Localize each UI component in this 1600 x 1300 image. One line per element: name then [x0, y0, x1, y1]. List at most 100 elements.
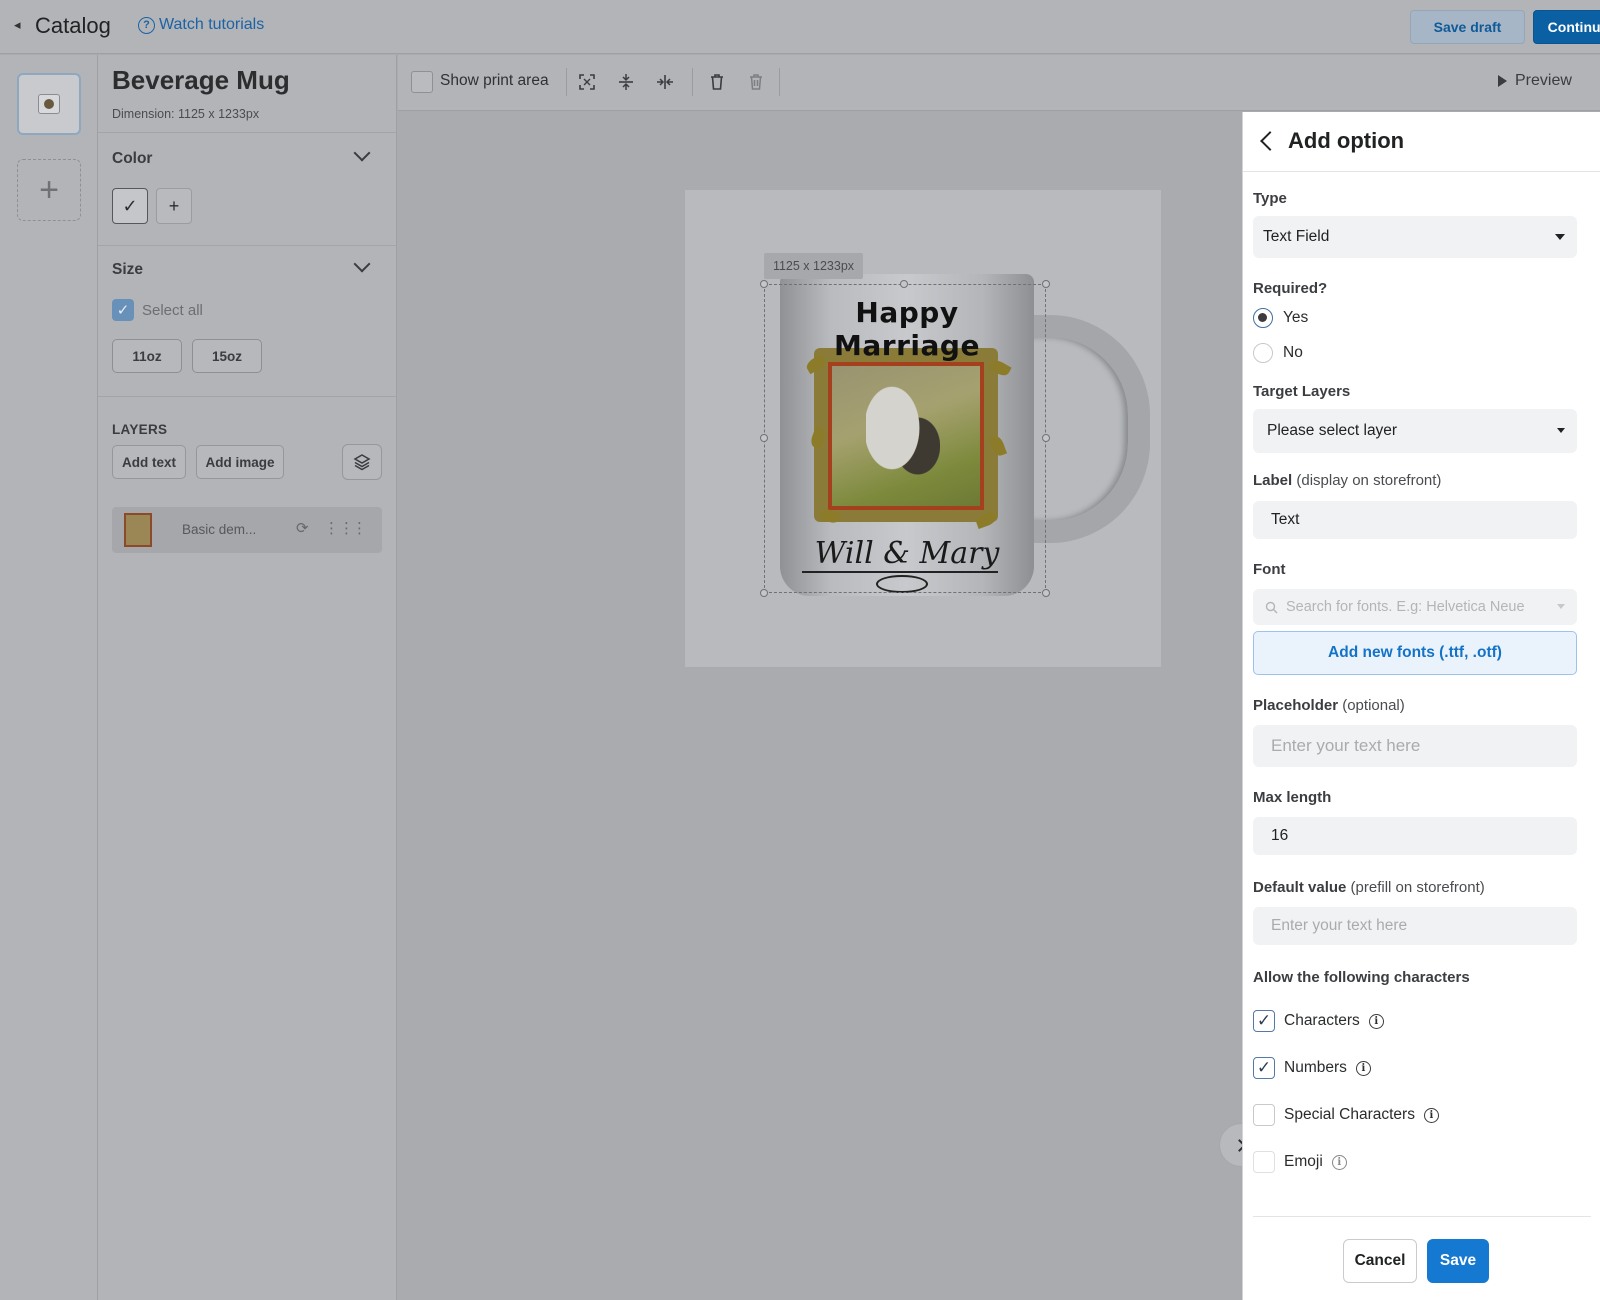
info-icon[interactable]: i — [1355, 1060, 1371, 1076]
numbers-checkbox[interactable]: ✓ Numbers i — [1253, 1057, 1371, 1079]
max-length-input[interactable]: 16 — [1253, 817, 1577, 855]
resize-handle[interactable] — [760, 589, 768, 597]
check-icon: ✓ — [1253, 1057, 1275, 1079]
back-to-catalog-link[interactable]: Catalog — [35, 13, 111, 39]
resize-handle[interactable] — [900, 280, 908, 288]
special-characters-label: Special Characters — [1284, 1106, 1415, 1123]
back-arrow-icon[interactable]: ◂ — [14, 17, 21, 33]
product-thumbnail[interactable] — [17, 73, 81, 135]
required-yes-radio[interactable]: Yes — [1253, 308, 1308, 328]
required-no-radio[interactable]: No — [1253, 343, 1303, 363]
info-icon[interactable]: i — [1368, 1013, 1384, 1029]
save-button[interactable]: Save — [1427, 1239, 1489, 1283]
numbers-label: Numbers — [1284, 1059, 1347, 1076]
check-icon: ✓ — [112, 299, 134, 321]
required-yes-label: Yes — [1283, 309, 1309, 326]
caret-down-icon — [1555, 234, 1565, 240]
type-label: Type — [1253, 190, 1287, 207]
special-characters-checkbox[interactable]: Special Characters i — [1253, 1104, 1439, 1126]
back-chevron-icon[interactable] — [1260, 131, 1280, 151]
emoji-label: Emoji — [1284, 1153, 1323, 1170]
show-print-area-label: Show print area — [440, 72, 549, 89]
divider — [98, 245, 397, 246]
size-option-15oz[interactable]: 15oz — [192, 339, 262, 373]
layers-toggle-button[interactable] — [342, 444, 382, 480]
delete-icon[interactable] — [705, 69, 729, 95]
emoji-checkbox[interactable]: Emoji i — [1253, 1151, 1347, 1173]
resize-handle[interactable] — [760, 434, 768, 442]
add-image-button[interactable]: Add image — [196, 445, 284, 479]
side-rail: + — [0, 55, 98, 1300]
plus-icon: + — [168, 195, 180, 216]
add-new-fonts-button[interactable]: Add new fonts (.ttf, .otf) — [1253, 631, 1577, 675]
info-icon[interactable]: i — [1423, 1107, 1439, 1123]
preview-label: Preview — [1515, 72, 1572, 89]
watch-tutorials-label: Watch tutorials — [159, 16, 265, 33]
divider — [98, 132, 397, 133]
add-color-button[interactable]: + — [156, 188, 192, 224]
panel-header: Add option — [1243, 112, 1600, 172]
cancel-button[interactable]: Cancel — [1343, 1239, 1417, 1283]
plus-icon: + — [39, 170, 59, 209]
placeholder-input[interactable]: Enter your text here — [1253, 725, 1577, 767]
resize-handle[interactable] — [1042, 434, 1050, 442]
select-all-checkbox[interactable]: ✓ Select all — [112, 299, 203, 321]
preview-button[interactable]: Preview — [1498, 72, 1572, 90]
resize-handle[interactable] — [1042, 589, 1050, 597]
checkbox-empty-icon — [1253, 1104, 1275, 1126]
canvas-toolbar: Show print area Preview — [398, 55, 1600, 111]
drag-handle-icon[interactable]: ⋮⋮ — [324, 519, 354, 537]
target-layers-label: Target Layers — [1253, 383, 1351, 400]
required-label: Required? — [1253, 280, 1328, 297]
characters-checkbox[interactable]: ✓ Characters i — [1253, 1010, 1384, 1032]
divider — [692, 68, 693, 96]
product-name: Beverage Mug — [112, 65, 290, 95]
continue-button[interactable]: Continue — [1533, 10, 1600, 44]
refresh-icon[interactable]: ⟳ — [296, 519, 309, 537]
layer-item[interactable]: Basic dem... ⟳ ⋮⋮ ⋮ — [112, 507, 382, 553]
resize-handle[interactable] — [1042, 280, 1050, 288]
label-input[interactable]: Text — [1253, 501, 1577, 539]
align-horizontal-center-icon[interactable] — [653, 69, 677, 95]
search-icon — [1265, 601, 1278, 613]
save-draft-button[interactable]: Save draft — [1410, 10, 1525, 44]
align-vertical-center-icon[interactable] — [614, 69, 638, 95]
add-text-button[interactable]: Add text — [112, 445, 186, 479]
target-layers-select[interactable]: Please select layer — [1253, 409, 1577, 453]
play-icon — [1498, 75, 1507, 87]
color-section-title: Color — [112, 150, 153, 167]
mug-thumbnail-icon — [38, 94, 60, 114]
font-search-placeholder: Search for fonts. E.g: Helvetica Neue — [1286, 599, 1525, 615]
show-print-area-checkbox[interactable] — [411, 71, 433, 93]
chevron-down-icon[interactable] — [353, 255, 371, 273]
layer-name: Basic dem... — [182, 522, 257, 537]
label-field-label: Label (display on storefront) — [1253, 472, 1442, 489]
delete-all-icon[interactable] — [744, 69, 768, 95]
fit-to-area-icon[interactable] — [575, 69, 599, 95]
type-select[interactable]: Text Field — [1253, 216, 1577, 258]
question-icon: ? — [138, 16, 155, 34]
placeholder-label: Placeholder (optional) — [1253, 697, 1405, 714]
resize-handle[interactable] — [760, 280, 768, 288]
allowed-chars-label: Allow the following characters — [1253, 969, 1470, 986]
max-length-label: Max length — [1253, 789, 1332, 806]
checkbox-empty-icon — [1253, 1151, 1275, 1173]
target-layers-value: Please select layer — [1267, 422, 1398, 439]
top-bar: ◂ Catalog ? Watch tutorials Save draft C… — [0, 0, 1600, 54]
selection-box[interactable] — [764, 284, 1046, 593]
info-icon[interactable]: i — [1331, 1154, 1347, 1170]
radio-empty-icon — [1253, 343, 1273, 363]
color-swatch-selected[interactable]: ✓ — [112, 188, 148, 224]
default-value-input[interactable]: Enter your text here — [1253, 907, 1577, 945]
radio-selected-icon — [1253, 308, 1273, 328]
watch-tutorials-link[interactable]: ? Watch tutorials — [138, 16, 264, 34]
divider — [1253, 1216, 1591, 1217]
dimension-badge: 1125 x 1233px — [764, 253, 863, 279]
more-options-icon[interactable]: ⋮ — [352, 519, 367, 537]
product-dimension: Dimension: 1125 x 1233px — [112, 107, 260, 121]
add-product-button[interactable]: + — [17, 159, 81, 221]
chevron-down-icon[interactable] — [353, 144, 371, 162]
size-option-11oz[interactable]: 11oz — [112, 339, 182, 373]
product-panel: Beverage Mug Dimension: 1125 x 1233px Co… — [98, 55, 397, 1300]
font-search-input[interactable]: Search for fonts. E.g: Helvetica Neue — [1253, 589, 1577, 625]
